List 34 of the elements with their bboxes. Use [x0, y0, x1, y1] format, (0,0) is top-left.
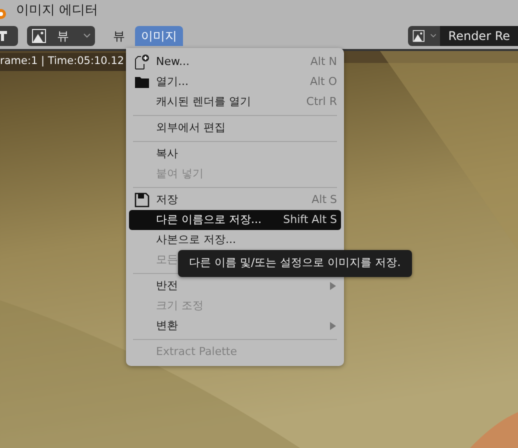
shortcut-text: Shift Alt S — [283, 212, 337, 228]
image-icon — [31, 28, 47, 44]
menu-item[interactable]: 캐시된 렌더를 열기 Ctrl R — [129, 92, 341, 112]
menu-item[interactable]: 열기... Alt O — [129, 72, 341, 92]
editor-type-icon — [0, 30, 10, 42]
menu-item[interactable]: 변환 — [129, 316, 341, 336]
chevron-icon — [83, 32, 91, 38]
chevron-icon — [430, 32, 436, 38]
image-browse-dropdown[interactable] — [408, 26, 440, 46]
menu-item[interactable]: 반전 — [129, 276, 341, 296]
menu-item[interactable]: 외부에서 편집 — [129, 118, 341, 138]
menu-item[interactable]: New... Alt N — [129, 52, 341, 72]
menu-item[interactable]: 뷰 — [107, 26, 131, 46]
menu-item[interactable]: 다른 이름으로 저장... Shift Alt S — [129, 210, 341, 230]
image-icon — [412, 28, 426, 44]
new-image-icon — [134, 54, 150, 70]
shortcut-text: Alt S — [312, 192, 337, 208]
view-dropdown[interactable]: 뷰 — [27, 26, 95, 46]
folder-icon — [134, 74, 150, 90]
shortcut-text: Alt N — [310, 54, 337, 70]
menu-item[interactable]: 복사 — [129, 144, 341, 164]
menu-item[interactable]: 이미지 — [135, 26, 183, 46]
shortcut-text: Ctrl R — [306, 94, 337, 110]
image-name-field[interactable]: Render Re — [440, 26, 518, 46]
editor-type-dropdown[interactable] — [0, 26, 18, 46]
save-icon — [134, 192, 150, 208]
shortcut-text: Alt O — [310, 74, 337, 90]
menu-item[interactable]: 사본으로 저장... — [129, 230, 341, 250]
frame-info-text: rame:1 | Time:05:10.12 — [0, 53, 128, 71]
tooltip: 다른 이름 및/또는 설정으로 이미지를 저장. — [178, 250, 412, 276]
menu-item[interactable]: 저장 Alt S — [129, 190, 341, 210]
submenu-arrow-icon — [329, 282, 337, 290]
submenu-arrow-icon — [329, 322, 337, 330]
window-title: 이미지 에디터 — [16, 2, 98, 20]
